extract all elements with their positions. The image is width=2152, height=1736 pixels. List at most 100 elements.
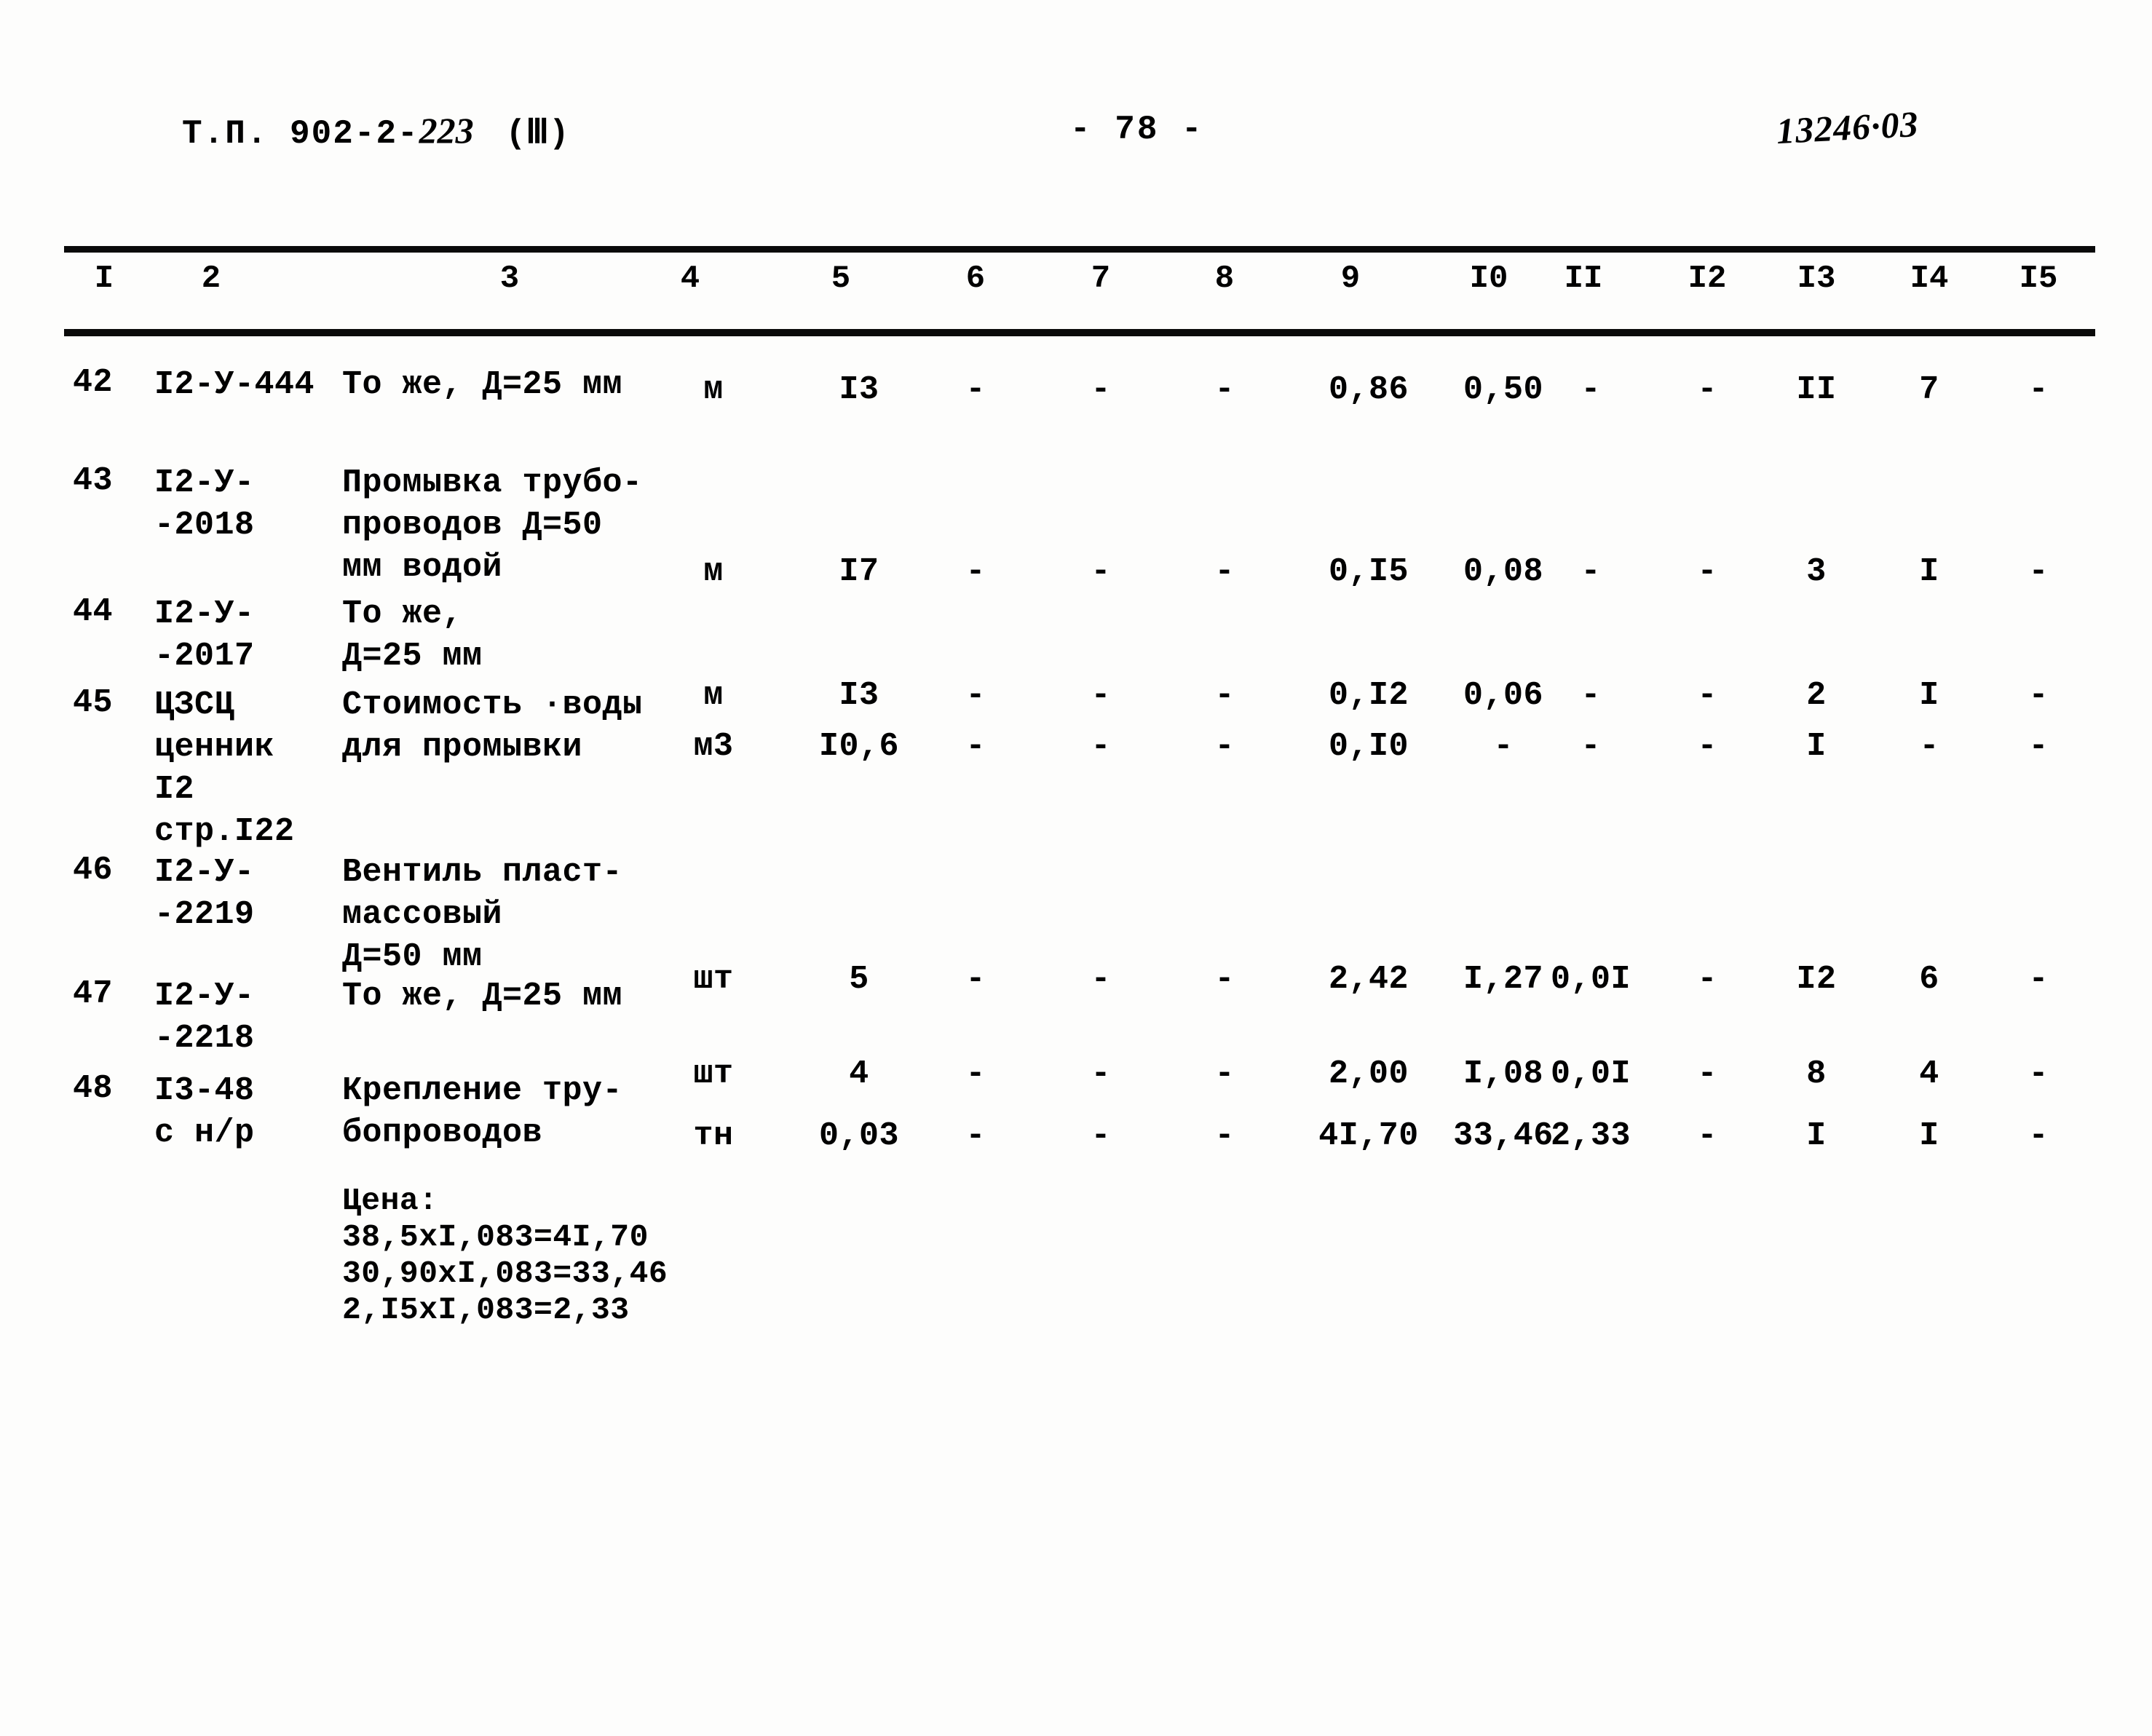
row-description: То же, Д=25 мм xyxy=(342,595,483,675)
column-header-2: 2 xyxy=(201,261,221,297)
row-description: Вентиль пласт- массовый Д=50 мм xyxy=(342,854,623,975)
row-norm-code: I2-У- -2017 xyxy=(154,595,255,675)
column-header-5: 5 xyxy=(831,261,851,297)
row-value-col-7: - xyxy=(1091,1117,1111,1154)
document-page: Т.П. 902-2-223 (Ⅲ) - 78 - 13246·03 I23456… xyxy=(0,0,2152,1736)
row-value-col-15: - xyxy=(2028,553,2049,590)
column-header-I2: I2 xyxy=(1688,261,1727,297)
column-header-6: 6 xyxy=(965,261,986,297)
row-value-col-6: - xyxy=(965,1117,986,1154)
table-row: 42 I2-У-444 То же, Д=25 мм м I3- - -0,86 0,50- -… xyxy=(0,364,2152,459)
row-value-col-11: 2,33 xyxy=(1550,1117,1631,1154)
archive-code: 13246·03 xyxy=(1775,103,1920,152)
row-number: 45 xyxy=(73,684,114,721)
row-value-col-15: - xyxy=(2028,1117,2049,1154)
row-value-col-11: - xyxy=(1581,553,1601,590)
row-price-note: Цена: 38,5xI,083=4I,70 30,90xI,083=33,46… xyxy=(342,1183,668,1328)
row-value-col-12: - xyxy=(1697,728,1717,765)
row-value-col-12: - xyxy=(1697,1117,1717,1154)
table-row: 45 ЦЗСЦ ценник I2 стр.I22 Стоимость ·воды … xyxy=(0,684,2152,850)
row-description: То же, Д=25 мм xyxy=(342,978,623,1015)
row-value-col-7: - xyxy=(1091,371,1111,408)
column-header-I4: I4 xyxy=(1910,261,1949,297)
row-norm-code: I2-У- -2018 xyxy=(154,464,255,544)
row-value-col-14: I xyxy=(1919,553,1939,590)
row-number: 44 xyxy=(73,593,114,630)
row-number: 42 xyxy=(73,364,114,401)
row-number: 47 xyxy=(73,975,114,1012)
column-header-I0: I0 xyxy=(1469,261,1508,297)
table-top-rule xyxy=(64,246,2095,253)
row-unit: м xyxy=(703,553,724,590)
column-header-I5: I5 xyxy=(2019,261,2058,297)
row-value-col-12: - xyxy=(1697,371,1717,408)
table-row: 44 I2-У- -2017 То же, Д=25 мм м I3- - -0,I2 0,0… xyxy=(0,593,2152,714)
row-number: 43 xyxy=(73,462,114,499)
row-number: 48 xyxy=(73,1070,114,1107)
row-value-col-15: - xyxy=(2028,371,2049,408)
column-header-9: 9 xyxy=(1340,261,1361,297)
row-norm-code: I2-У- -2219 xyxy=(154,854,255,933)
row-value-col-7: - xyxy=(1091,553,1111,590)
document-code-prefix: Т.П. 902-2- xyxy=(182,115,419,153)
row-value-col-14: I xyxy=(1919,1117,1939,1154)
row-norm-code: I2-У-444 xyxy=(154,366,315,403)
row-value-col-9: 0,I0 xyxy=(1328,728,1409,765)
row-value-col-13: 3 xyxy=(1806,553,1827,590)
column-header-3: 3 xyxy=(499,261,520,297)
table-row: 47 I2-У- -2218 То же, Д=25 мм шт 4- - -2,00 I,0… xyxy=(0,975,2152,1093)
row-value-col-7: - xyxy=(1091,728,1111,765)
row-description: Стоимость ·воды для промывки xyxy=(342,686,643,766)
column-header-I3: I3 xyxy=(1797,261,1836,297)
row-value-col-11: - xyxy=(1581,371,1601,408)
row-value-col-14: - xyxy=(1919,728,1939,765)
document-code: Т.П. 902-2-223 (Ⅲ) xyxy=(182,109,569,153)
page-header: Т.П. 902-2-223 (Ⅲ) - 78 - 13246·03 xyxy=(0,103,2152,175)
row-description: Промывка трубо- проводов Д=50 мм водой xyxy=(342,464,643,586)
row-unit: м3 xyxy=(693,728,734,765)
row-value-col-9: 0,I5 xyxy=(1328,553,1409,590)
row-value-col-13: I xyxy=(1806,728,1827,765)
row-value-col-11: - xyxy=(1581,728,1601,765)
document-series: (Ⅲ) xyxy=(505,115,569,153)
row-value-col-10: - xyxy=(1493,728,1514,765)
row-unit: тн xyxy=(693,1117,734,1154)
row-unit: м xyxy=(703,371,724,408)
row-norm-code: I3-48 с н/р xyxy=(154,1072,255,1152)
page-number: - 78 - xyxy=(1070,111,1204,148)
document-code-number: 223 xyxy=(419,110,474,151)
row-number: 46 xyxy=(73,852,114,889)
column-header-7: 7 xyxy=(1091,261,1111,297)
row-value-col-15: - xyxy=(2028,728,2049,765)
column-header-I: I xyxy=(94,261,114,297)
row-value-col-9: 4I,70 xyxy=(1318,1117,1419,1154)
row-value-col-5: I7 xyxy=(839,553,879,590)
column-header-8: 8 xyxy=(1214,261,1235,297)
row-value-col-12: - xyxy=(1697,553,1717,590)
row-value-col-10: 0,08 xyxy=(1463,553,1544,590)
column-header-4: 4 xyxy=(680,261,700,297)
row-value-col-8: - xyxy=(1214,1117,1235,1154)
row-value-col-13: I xyxy=(1806,1117,1827,1154)
row-norm-code: I2-У- -2218 xyxy=(154,978,255,1057)
row-value-col-6: - xyxy=(965,728,986,765)
row-value-col-9: 0,86 xyxy=(1328,371,1409,408)
row-value-col-10: 33,46 xyxy=(1453,1117,1554,1154)
row-value-col-13: II xyxy=(1796,371,1837,408)
row-value-col-5: 0,03 xyxy=(818,1117,900,1154)
row-value-col-8: - xyxy=(1214,553,1235,590)
row-value-col-5: I3 xyxy=(839,371,879,408)
row-value-col-10: 0,50 xyxy=(1463,371,1544,408)
row-description: Крепление тру- бопроводов xyxy=(342,1072,623,1152)
row-norm-code: ЦЗСЦ ценник I2 стр.I22 xyxy=(154,686,295,850)
row-value-col-6: - xyxy=(965,371,986,408)
column-header-II: II xyxy=(1564,261,1603,297)
table-row: 43 I2-У- -2018 Промывка трубо- проводов Д=… xyxy=(0,462,2152,590)
table-column-headers: I 2 3 4 5 6 7 8 9 I0 II I2 I3 I4 I5 xyxy=(0,261,2152,319)
table-row: 46 I2-У- -2219 Вентиль пласт- массовый Д=5… xyxy=(0,852,2152,998)
row-description: То же, Д=25 мм xyxy=(342,366,623,403)
row-value-col-8: - xyxy=(1214,371,1235,408)
row-value-col-6: - xyxy=(965,553,986,590)
table-bottom-rule xyxy=(64,329,2095,336)
table-row: 48 I3-48 с н/р Крепление тру- бопроводов тн… xyxy=(0,1070,2152,1328)
